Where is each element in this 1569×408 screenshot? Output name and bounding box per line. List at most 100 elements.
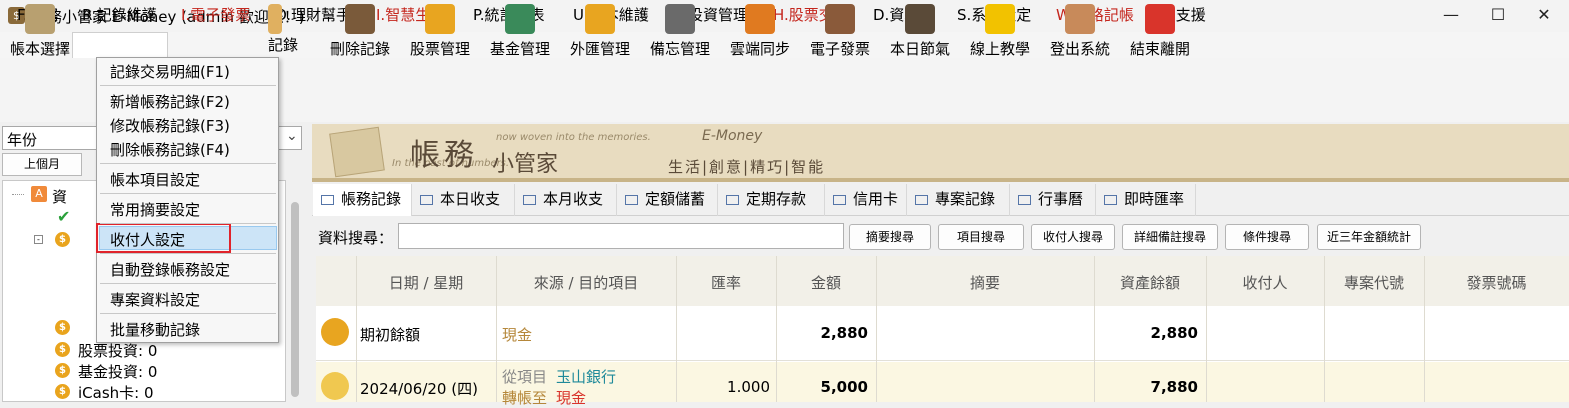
- tool-label: 本日節氣: [889, 40, 950, 58]
- table-icon: [1018, 194, 1031, 205]
- tool-cloud-sync[interactable]: 雲端同步: [720, 4, 800, 59]
- tool-label: 線上教學: [969, 40, 1030, 58]
- coin-icon: $: [55, 342, 70, 357]
- table-icon: [726, 194, 739, 205]
- menu-separator: [100, 313, 276, 314]
- menu-item-record-detail[interactable]: 記錄交易明細(F1): [110, 61, 230, 82]
- table-icon: [420, 194, 433, 205]
- tab-project[interactable]: 專案記錄: [907, 184, 1010, 216]
- tool-solar-term[interactable]: 本日節氣: [880, 4, 960, 59]
- menu-separator: [100, 163, 276, 164]
- tool-logout[interactable]: 登出系統: [1040, 4, 1120, 59]
- delete-doc-icon: [345, 4, 375, 34]
- tool-delete-record[interactable]: 刪除記錄: [320, 4, 400, 59]
- tab-saving[interactable]: 定額儲蓄: [617, 184, 718, 216]
- tool-label: 記錄: [268, 36, 299, 54]
- table-icon: [915, 194, 928, 205]
- row-date: 期初餘額: [360, 326, 421, 344]
- row-to: 現金: [556, 389, 587, 407]
- menu-item-delete-record[interactable]: 刪除帳務記錄(F4): [110, 139, 230, 160]
- col-summary[interactable]: 摘要: [876, 272, 1094, 293]
- menu-item-project-settings[interactable]: 專案資料設定: [110, 289, 200, 310]
- tab-month[interactable]: 本月收支: [515, 184, 617, 216]
- col-project[interactable]: 專案代號: [1324, 272, 1424, 293]
- tool-label: 雲端同步: [729, 40, 790, 58]
- col-payee[interactable]: 收付人: [1206, 272, 1324, 293]
- coin-icon: $: [55, 320, 70, 335]
- col-rate[interactable]: 匯率: [676, 272, 776, 293]
- coin-icon: $: [55, 232, 70, 247]
- tool-forex-mgmt[interactable]: 外匯管理: [560, 4, 640, 59]
- banner-brand: E-Money: [702, 128, 763, 144]
- menu-separator: [100, 193, 276, 194]
- tab-deposit[interactable]: 定期存款: [718, 184, 825, 216]
- tool-label: 帳本選擇: [9, 40, 70, 58]
- banner-rule: [312, 178, 1569, 182]
- grid-divider: [496, 256, 497, 402]
- menu-item-auto-register[interactable]: 自動登錄帳務設定: [110, 259, 230, 280]
- row-from-label: 從項目: [502, 368, 548, 386]
- search-label: 資料搜尋：: [318, 229, 394, 247]
- qr-icon: [825, 4, 855, 34]
- tool-stock-mgmt[interactable]: 股票管理: [400, 4, 480, 59]
- prev-month-button[interactable]: 上個月: [2, 153, 82, 176]
- row-amount: 5,000: [820, 378, 868, 396]
- collapse-icon[interactable]: -: [34, 235, 43, 244]
- menu-item-add-record[interactable]: 新增帳務記錄(F2): [110, 91, 230, 112]
- tab-calendar[interactable]: 行事曆: [1010, 184, 1096, 216]
- item-search-button[interactable]: 項目搜尋: [938, 224, 1024, 250]
- grid-divider: [1206, 256, 1207, 402]
- tree-item[interactable]: 基金投資: 0: [78, 361, 157, 382]
- menu-item-payee-settings[interactable]: 收付人設定: [110, 229, 185, 250]
- menu-separator: [100, 283, 276, 284]
- tree-item[interactable]: iCash卡: 0: [78, 382, 154, 403]
- col-date[interactable]: 日期 / 星期: [356, 272, 496, 293]
- tool-online-tutorial[interactable]: 線上教學: [960, 4, 1040, 59]
- grid-divider: [356, 256, 357, 402]
- note-search-button[interactable]: 詳細備註搜尋: [1122, 224, 1218, 250]
- tree-scrollbar[interactable]: [286, 180, 304, 402]
- payee-search-button[interactable]: 收付人搜尋: [1031, 224, 1115, 250]
- menu-item-batch-move[interactable]: 批量移動記錄: [110, 319, 200, 340]
- coin-icon: $: [55, 363, 70, 378]
- stamp-icon: [329, 126, 385, 178]
- col-amount[interactable]: 金額: [776, 272, 876, 293]
- three-year-stats-button[interactable]: 近三年金額統計: [1317, 224, 1421, 250]
- tab-credit-card[interactable]: 信用卡: [825, 184, 907, 216]
- close-button[interactable]: ✕: [1521, 0, 1567, 32]
- pencil-icon: [268, 4, 282, 34]
- tool-einvoice[interactable]: 電子發票: [800, 4, 880, 59]
- tab-forex-rate[interactable]: 即時匯率: [1096, 184, 1196, 216]
- table-icon: [833, 194, 846, 205]
- tab-records[interactable]: 帳務記錄: [313, 184, 412, 216]
- tool-exit[interactable]: 結束離開: [1120, 4, 1200, 59]
- tab-today[interactable]: 本日收支: [412, 184, 515, 216]
- scroll-thumb[interactable]: [291, 202, 299, 397]
- menu-item-ledger-items[interactable]: 帳本項目設定: [110, 169, 200, 190]
- maximize-button[interactable]: ☐: [1475, 0, 1521, 32]
- col-balance[interactable]: 資產餘額: [1094, 272, 1206, 293]
- tool-memo-mgmt[interactable]: 備忘管理: [640, 4, 720, 59]
- col-invoice[interactable]: 發票號碼: [1424, 272, 1569, 293]
- tool-record-partial[interactable]: 記錄: [268, 4, 318, 55]
- tool-label: 備忘管理: [649, 40, 710, 58]
- coin-icon: $: [55, 384, 70, 399]
- check-icon: ✔: [57, 207, 71, 226]
- search-input[interactable]: [398, 223, 844, 249]
- season-icon: [905, 4, 935, 34]
- condition-search-button[interactable]: 條件搜尋: [1225, 224, 1309, 250]
- minimize-button[interactable]: —: [1428, 0, 1474, 32]
- summary-search-button[interactable]: 摘要搜尋: [849, 224, 931, 250]
- menu-item-common-summary[interactable]: 常用摘要設定: [110, 199, 200, 220]
- tree-item[interactable]: 股票投資: 0: [78, 340, 157, 361]
- menu-einvoice[interactable]: I.電子發票: [181, 4, 250, 25]
- banner-subtitle: 小管家: [492, 152, 559, 177]
- stock-icon: [425, 4, 455, 34]
- tool-fund-mgmt[interactable]: 基金管理: [480, 4, 560, 59]
- menu-item-edit-record[interactable]: 修改帳務記錄(F3): [110, 115, 230, 136]
- menu-record[interactable]: R.記錄維護: [82, 4, 157, 25]
- tool-ledger-select[interactable]: 帳本選擇: [0, 4, 80, 59]
- col-source[interactable]: 來源 / 目的項目: [496, 272, 676, 293]
- tab-label: 定額儲蓄: [645, 190, 706, 208]
- tool-label: 登出系統: [1049, 40, 1110, 58]
